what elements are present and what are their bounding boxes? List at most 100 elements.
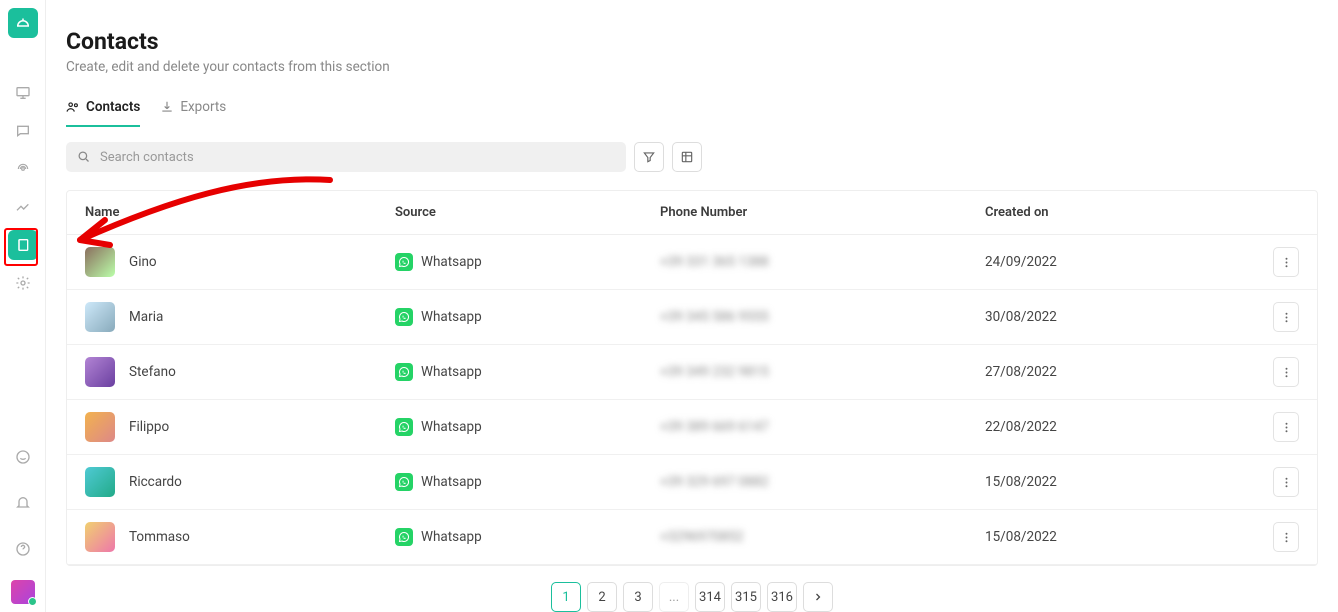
cloche-icon xyxy=(14,14,32,32)
phone-cell: +39 329 697 0882 xyxy=(660,474,985,490)
chevron-right-icon xyxy=(812,591,824,603)
page-1[interactable]: 1 xyxy=(551,582,581,612)
page-2[interactable]: 2 xyxy=(587,582,617,612)
help-icon xyxy=(15,541,31,557)
table-row[interactable]: Stefano Whatsapp +39 349 232 9815 27/08/… xyxy=(67,345,1317,400)
people-icon xyxy=(66,100,80,114)
contact-avatar xyxy=(85,302,115,332)
whatsapp-icon xyxy=(395,253,413,271)
row-menu-button[interactable] xyxy=(1273,522,1299,552)
page-next[interactable] xyxy=(803,582,833,612)
row-menu-button[interactable] xyxy=(1273,247,1299,277)
nav-help[interactable] xyxy=(8,534,38,564)
table-row[interactable]: Gino Whatsapp +39 331 365 1388 24/09/202… xyxy=(67,235,1317,290)
page-314[interactable]: 314 xyxy=(695,582,725,612)
source-label: Whatsapp xyxy=(421,474,482,490)
col-created: Created on xyxy=(985,205,1239,220)
nav-whatsapp[interactable] xyxy=(8,442,38,472)
phone-cell: +39 389 669 6147 xyxy=(660,419,985,435)
col-phone: Phone Number xyxy=(660,205,985,220)
contact-name: Gino xyxy=(129,254,157,270)
nav-notifications[interactable] xyxy=(8,488,38,518)
action-cell xyxy=(1239,302,1299,332)
source-cell: Whatsapp xyxy=(395,473,660,491)
phone-cell: +3296970852 xyxy=(660,529,985,545)
user-avatar[interactable] xyxy=(11,580,35,604)
toolbar xyxy=(66,142,1318,172)
contact-name: Filippo xyxy=(129,419,169,435)
row-menu-button[interactable] xyxy=(1273,412,1299,442)
table-row[interactable]: Tommaso Whatsapp +3296970852 15/08/2022 xyxy=(67,510,1317,565)
created-cell: 15/08/2022 xyxy=(985,474,1239,490)
page-ellipsis: ... xyxy=(659,582,689,612)
dots-vertical-icon xyxy=(1285,531,1288,544)
whatsapp-icon xyxy=(395,473,413,491)
source-label: Whatsapp xyxy=(421,529,482,545)
dots-vertical-icon xyxy=(1285,366,1288,379)
action-cell xyxy=(1239,467,1299,497)
page-3[interactable]: 3 xyxy=(623,582,653,612)
table-row[interactable]: Maria Whatsapp +39 345 586 9555 30/08/20… xyxy=(67,290,1317,345)
dots-vertical-icon xyxy=(1285,421,1288,434)
action-cell xyxy=(1239,357,1299,387)
contact-avatar xyxy=(85,357,115,387)
tabs: Contacts Exports xyxy=(66,99,1318,128)
name-cell: Gino xyxy=(85,247,395,277)
download-icon xyxy=(160,100,174,114)
source-label: Whatsapp xyxy=(421,419,482,435)
page-316[interactable]: 316 xyxy=(767,582,797,612)
tab-exports[interactable]: Exports xyxy=(160,99,226,127)
dots-vertical-icon xyxy=(1285,256,1288,269)
source-cell: Whatsapp xyxy=(395,418,660,436)
nav-dashboard[interactable] xyxy=(8,78,38,108)
phone-cell: +39 349 232 9815 xyxy=(660,364,985,380)
source-cell: Whatsapp xyxy=(395,308,660,326)
contact-avatar xyxy=(85,522,115,552)
table-row[interactable]: Riccardo Whatsapp +39 329 697 0882 15/08… xyxy=(67,455,1317,510)
contact-avatar xyxy=(85,467,115,497)
page-315[interactable]: 315 xyxy=(731,582,761,612)
columns-button[interactable] xyxy=(672,142,702,172)
contact-avatar xyxy=(85,412,115,442)
row-menu-button[interactable] xyxy=(1273,302,1299,332)
name-cell: Stefano xyxy=(85,357,395,387)
whatsapp-icon xyxy=(15,449,31,465)
nav-analytics[interactable] xyxy=(8,192,38,222)
action-cell xyxy=(1239,247,1299,277)
row-menu-button[interactable] xyxy=(1273,467,1299,497)
sidebar-bottom xyxy=(8,442,38,604)
funnel-icon xyxy=(642,150,656,164)
col-source: Source xyxy=(395,205,660,220)
action-cell xyxy=(1239,412,1299,442)
gear-icon xyxy=(15,275,31,291)
whatsapp-icon xyxy=(395,363,413,381)
source-cell: Whatsapp xyxy=(395,363,660,381)
created-cell: 22/08/2022 xyxy=(985,419,1239,435)
trend-icon xyxy=(15,199,31,215)
phone-cell: +39 345 586 9555 xyxy=(660,309,985,325)
whatsapp-icon xyxy=(395,528,413,546)
source-label: Whatsapp xyxy=(421,364,482,380)
nav-chat[interactable] xyxy=(8,116,38,146)
layout-icon xyxy=(680,150,694,164)
tab-contacts-label: Contacts xyxy=(86,99,140,115)
nav-broadcast[interactable] xyxy=(8,154,38,184)
name-cell: Filippo xyxy=(85,412,395,442)
search-input[interactable] xyxy=(66,142,626,172)
broadcast-icon xyxy=(15,161,31,177)
table-row[interactable]: Filippo Whatsapp +39 389 669 6147 22/08/… xyxy=(67,400,1317,455)
nav-settings[interactable] xyxy=(8,268,38,298)
sidebar xyxy=(0,0,46,612)
created-cell: 27/08/2022 xyxy=(985,364,1239,380)
tab-contacts[interactable]: Contacts xyxy=(66,99,140,127)
name-cell: Maria xyxy=(85,302,395,332)
contact-name: Stefano xyxy=(129,364,176,380)
filter-button[interactable] xyxy=(634,142,664,172)
search-icon xyxy=(76,149,91,164)
row-menu-button[interactable] xyxy=(1273,357,1299,387)
name-cell: Riccardo xyxy=(85,467,395,497)
whatsapp-icon xyxy=(395,418,413,436)
dots-vertical-icon xyxy=(1285,311,1288,324)
tab-exports-label: Exports xyxy=(180,99,226,115)
nav-contacts[interactable] xyxy=(8,230,38,260)
